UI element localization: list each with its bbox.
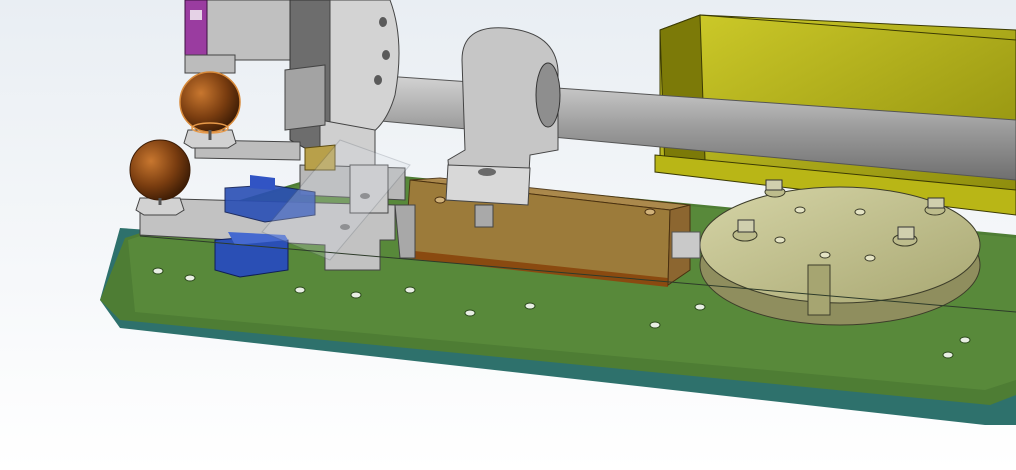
cad-3d-viewport[interactable]	[0, 0, 1016, 470]
blue-block-front[interactable]	[214, 232, 289, 278]
